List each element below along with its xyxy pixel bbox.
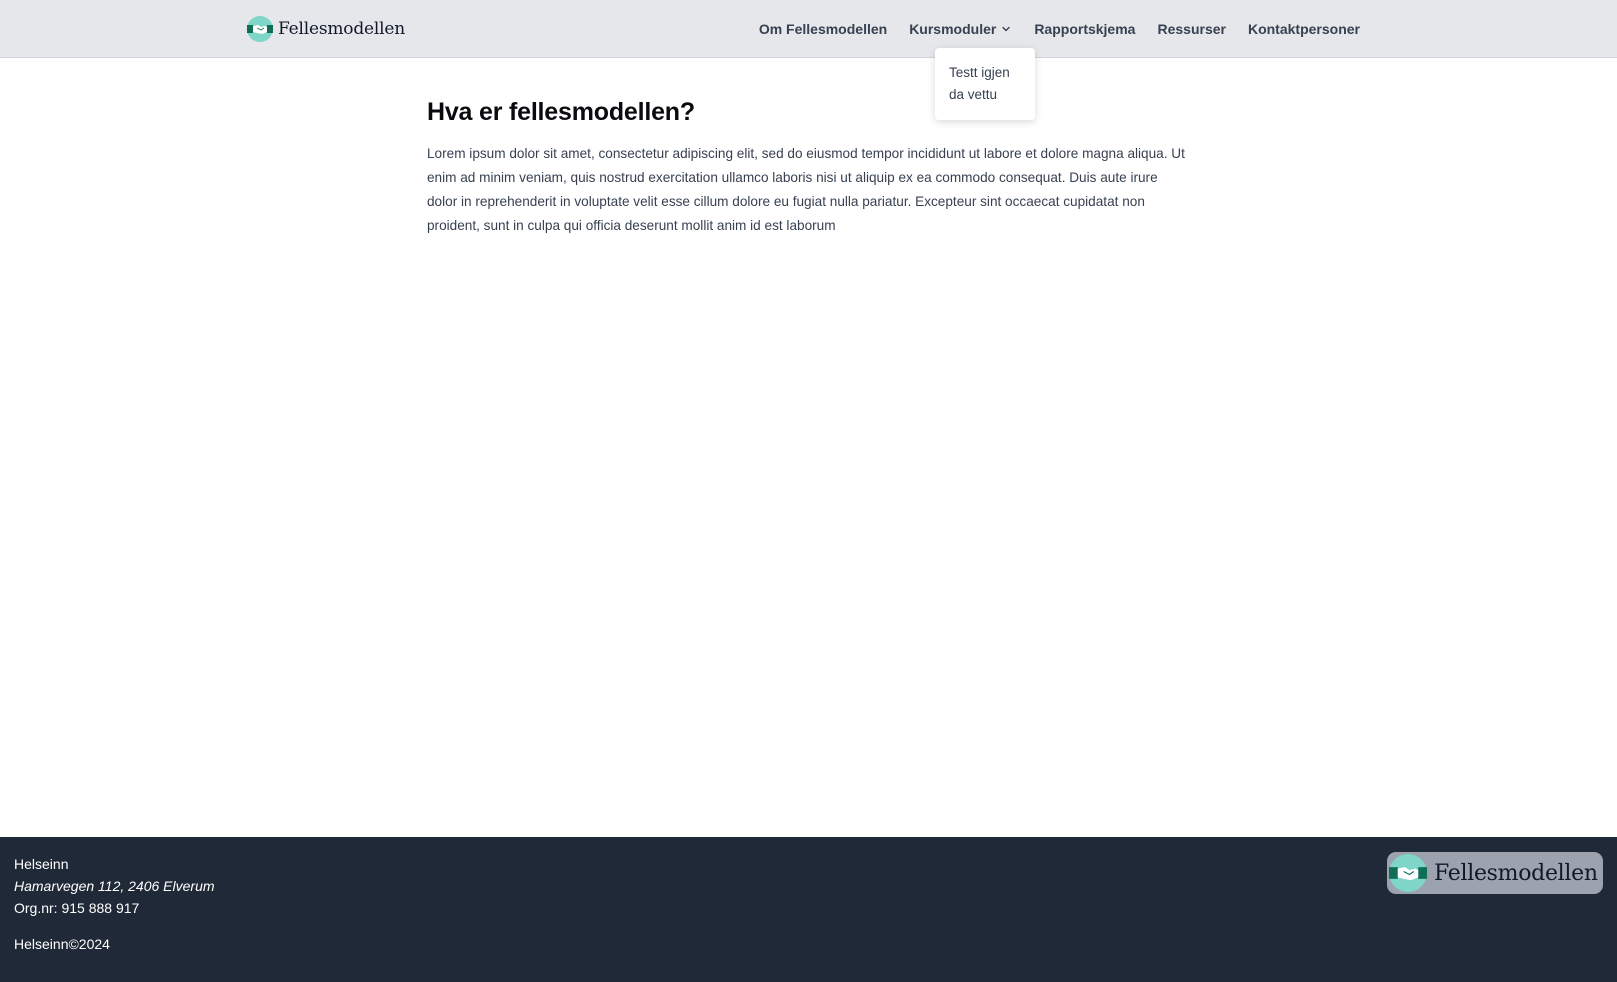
brand-name: Fellesmodellen	[278, 19, 405, 39]
footer-logo: Fellesmodellen	[1387, 852, 1603, 894]
main-nav: Om Fellesmodellen Kursmoduler Rapportskj…	[748, 0, 1371, 58]
nav-ressurser[interactable]: Ressurser	[1146, 21, 1237, 37]
chevron-down-icon	[1002, 26, 1011, 32]
footer-org-nr: Org.nr: 915 888 917	[14, 900, 140, 916]
nav-label: Kontaktpersoner	[1247, 21, 1360, 37]
nav-kursmoduler[interactable]: Kursmoduler	[898, 21, 1023, 37]
site-footer: Helseinn Hamarvegen 112, 2406 Elverum Or…	[0, 837, 1617, 982]
page-title: Hva er fellesmodellen?	[427, 98, 695, 126]
intro-paragraph: Lorem ipsum dolor sit amet, consectetur …	[427, 146, 1185, 233]
handshake-logo-icon	[1389, 854, 1427, 892]
nav-label: Rapportskjema	[1034, 21, 1136, 37]
nav-label: Ressurser	[1157, 21, 1226, 37]
main-content: Hva er fellesmodellen? Lorem ipsum dolor…	[427, 94, 1187, 238]
top-navbar: Fellesmodellen Om Fellesmodellen Kursmod…	[0, 0, 1617, 58]
footer-copyright: Helseinn©2024	[14, 936, 110, 952]
nav-om-fellesmodellen[interactable]: Om Fellesmodellen	[748, 21, 898, 37]
nav-kontaktpersoner[interactable]: Kontaktpersoner	[1237, 21, 1371, 37]
footer-logo-text: Fellesmodellen	[1434, 860, 1598, 886]
brand-home-link[interactable]: Fellesmodellen	[247, 16, 405, 42]
footer-contact: Helseinn Hamarvegen 112, 2406 Elverum Or…	[14, 853, 215, 955]
nav-rapportskjema[interactable]: Rapportskjema	[1023, 21, 1146, 37]
nav-label: Om Fellesmodellen	[758, 21, 888, 37]
handshake-logo-icon	[247, 16, 273, 42]
dropdown-item[interactable]: Testt igjen	[949, 62, 1021, 84]
footer-address: Hamarvegen 112, 2406 Elverum	[14, 878, 215, 894]
nav-label: Kursmoduler	[909, 21, 997, 37]
footer-company: Helseinn	[14, 856, 69, 872]
